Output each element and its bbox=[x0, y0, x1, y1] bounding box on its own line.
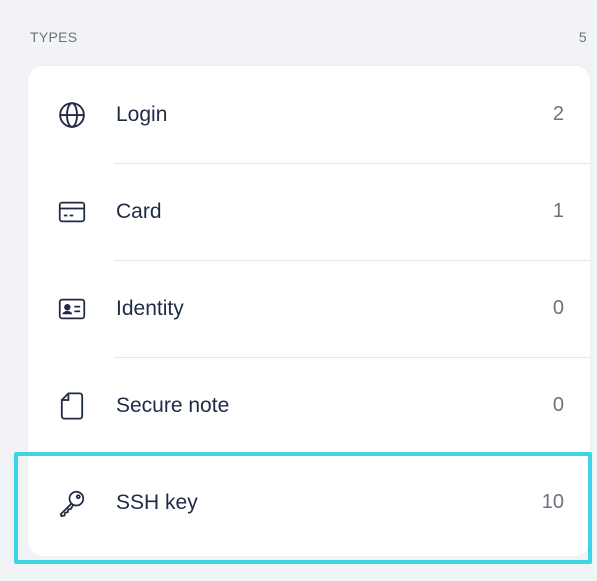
section-count: 5 bbox=[578, 29, 587, 45]
globe-icon bbox=[52, 100, 92, 130]
section-header: TYPES 5 bbox=[30, 22, 587, 52]
type-item-identity[interactable]: Identity 0 bbox=[28, 260, 590, 357]
type-item-count: 0 bbox=[552, 297, 564, 319]
type-item-label: Identity bbox=[116, 296, 184, 320]
type-item-login[interactable]: Login 2 bbox=[28, 66, 590, 163]
id-card-icon bbox=[52, 297, 92, 321]
key-icon bbox=[52, 488, 92, 518]
type-item-count: 0 bbox=[552, 394, 564, 416]
credit-card-icon bbox=[52, 200, 92, 224]
type-item-count: 10 bbox=[541, 491, 564, 513]
note-icon bbox=[52, 391, 92, 421]
type-item-card[interactable]: Card 1 bbox=[28, 163, 590, 260]
type-item-label: Card bbox=[116, 199, 162, 223]
type-item-secure-note[interactable]: Secure note 0 bbox=[28, 357, 590, 454]
type-item-label: Secure note bbox=[116, 393, 230, 417]
type-item-label: Login bbox=[116, 102, 168, 126]
type-item-count: 2 bbox=[552, 103, 564, 125]
section-title: TYPES bbox=[30, 29, 78, 45]
type-item-label: SSH key bbox=[116, 490, 198, 514]
type-item-count: 1 bbox=[552, 200, 564, 222]
type-item-ssh-key[interactable]: SSH key 10 bbox=[28, 454, 590, 551]
types-list: Login 2 Card 1 Identity 0 Secure note 0 … bbox=[28, 66, 590, 556]
types-panel: TYPES 5 Login 2 Card 1 Identity 0 Secure… bbox=[0, 0, 597, 581]
